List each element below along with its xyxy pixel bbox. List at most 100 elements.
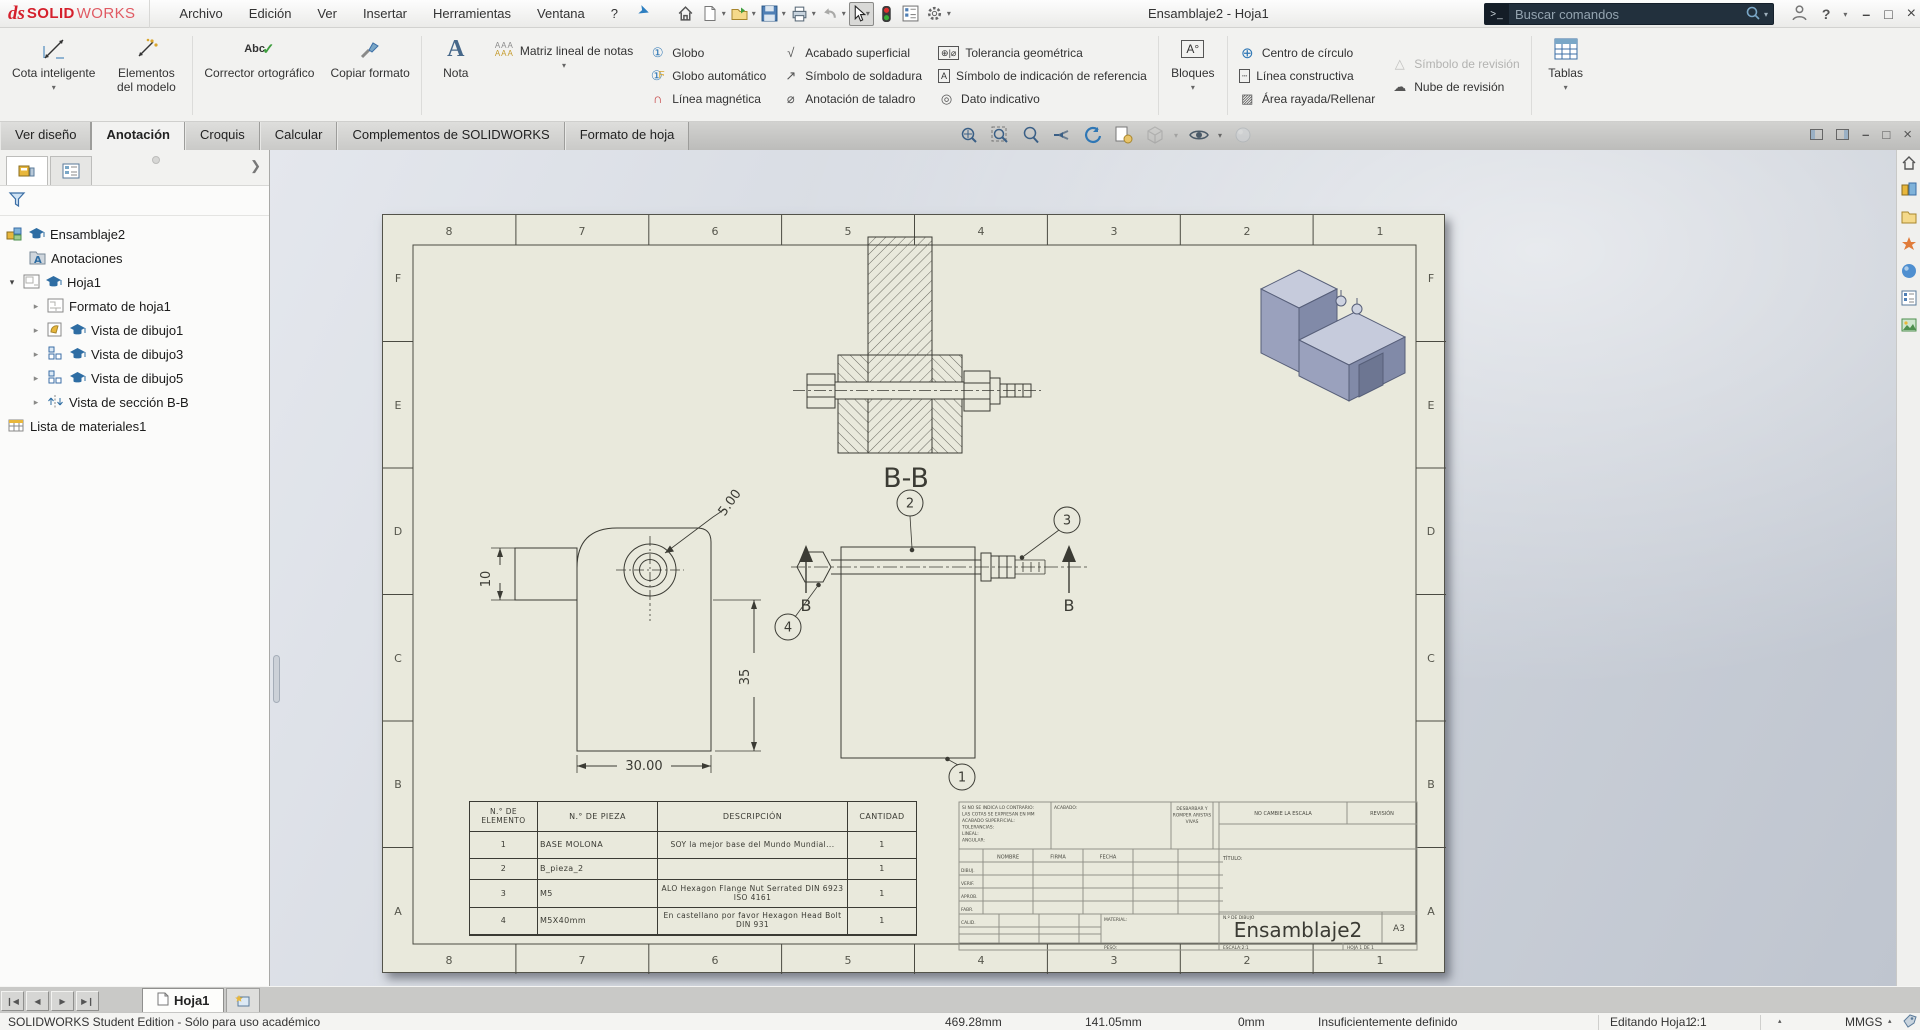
sheet-scale[interactable]: 2:1 [1690,1015,1707,1029]
menu-ver[interactable]: Ver [306,2,348,25]
save-dropdown[interactable]: ▾ [782,9,786,18]
tree-item-view3[interactable]: ▸ Vista de dibujo3 [0,342,269,366]
graphics-area[interactable]: 87654321 87654321 FEDCBA FEDCBA [270,150,1896,986]
minimize-button[interactable]: – [1862,6,1870,22]
title-block[interactable]: SI NO SE INDICA LO CONTRARIO: LAS COTAS … [959,802,1417,951]
panel-flyout-chevron[interactable]: ❯ [250,158,261,174]
tables-dropdown[interactable]: ▾ [1564,83,1568,92]
tables-button[interactable]: Tablas ▾ [1535,30,1597,121]
isometric-view[interactable] [1261,270,1405,401]
front-view[interactable] [515,528,711,751]
file-explorer-icon[interactable] [1900,208,1918,226]
units-dropdown[interactable]: ▴ [1888,1017,1892,1025]
hide-show-dropdown[interactable]: ▾ [1218,131,1222,140]
tree-item-sheet[interactable]: ▾ Hoja1 [0,270,269,294]
bom-table[interactable]: N.° DE ELEMENTO N.° DE PIEZA DESCRIPCIÓN… [469,801,917,936]
menu-insertar[interactable]: Insertar [352,2,418,25]
expand-arrow[interactable]: ▸ [30,301,42,312]
smart-dimension-button[interactable]: Cota inteligente ▾ [4,30,103,121]
save-icon[interactable] [759,3,781,25]
expand-arrow[interactable]: ▸ [30,325,42,336]
auto-balloon-button[interactable]: ①ϜGlobo automático [649,66,766,86]
user-account-icon[interactable] [1791,4,1808,24]
datum-feature-button[interactable]: ASímbolo de indicación de referencia [938,66,1147,86]
expand-arrow[interactable]: ▸ [30,373,42,384]
doc-restore-button[interactable]: □ [1882,127,1890,142]
menu-edicion[interactable]: Edición [238,2,303,25]
select-dropdown[interactable]: ▾ [866,9,870,18]
property-manager-tab[interactable] [50,156,92,185]
format-painter-button[interactable]: Copiar formato [322,30,417,121]
pane-right-icon[interactable] [1836,129,1849,140]
note-button[interactable]: A Nota [425,30,487,121]
balloons[interactable]: 2 3 4 1 [775,490,1080,790]
model-items-button[interactable]: Elementos del modelo [103,30,189,121]
hole-callout-button[interactable]: ⌀Anotación de taladro [782,89,922,109]
first-sheet-button[interactable]: ❙◀ [1,991,24,1011]
zoom-to-area-icon[interactable] [989,124,1011,146]
expand-arrow[interactable]: ▸ [30,397,42,408]
tree-item-bom[interactable]: Lista de materiales1 [0,414,269,438]
close-button[interactable]: × [1907,5,1916,23]
home-icon[interactable] [675,3,697,25]
section-view-b-b[interactable]: B-B [793,237,1041,494]
help-button[interactable]: ? [1822,6,1831,22]
options-dropdown[interactable]: ▾ [947,9,951,18]
tree-item-view1[interactable]: ▸ Vista de dibujo1 [0,318,269,342]
panel-splitter-grip[interactable] [273,655,280,703]
zoom-in-out-icon[interactable] [1020,124,1042,146]
tab-formato-hoja[interactable]: Formato de hoja [565,122,690,150]
area-hatch-button[interactable]: ▨Área rayada/Rellenar [1239,89,1375,109]
top-view[interactable] [791,547,1088,758]
open-dropdown[interactable]: ▾ [752,9,756,18]
filter-funnel-icon[interactable] [8,191,26,211]
doc-minimize-button[interactable]: – [1862,127,1869,142]
magnetic-line-button[interactable]: ∩Línea magnética [649,89,766,109]
spell-checker-button[interactable]: Abc✓ Corrector ortográfico [196,30,322,121]
add-sheet-button[interactable] [226,988,260,1012]
redraw-icon[interactable] [1082,124,1104,146]
balloon-button[interactable]: ①Globo [649,43,766,63]
weld-symbol-button[interactable]: ↗Símbolo de soldadura [782,66,922,86]
pane-left-icon[interactable] [1810,129,1823,140]
revision-cloud-button[interactable]: ☁Nube de revisión [1391,77,1519,97]
rebuild-icon[interactable] [876,3,898,25]
expand-arrow-open[interactable]: ▾ [6,277,18,288]
doc-close-button[interactable]: × [1903,126,1912,143]
sheet-properties-icon[interactable] [1113,124,1135,146]
expand-arrow[interactable]: ▸ [30,349,42,360]
pin-menu-icon[interactable]: ➤ [633,1,652,27]
help-dropdown[interactable]: ▾ [1843,10,1847,19]
feature-manager-tab[interactable] [6,156,48,185]
select-tool[interactable]: ▾ [849,2,874,26]
previous-view-icon[interactable] [1051,124,1073,146]
view-palette-icon[interactable] [1900,235,1918,253]
tree-item-view5[interactable]: ▸ Vista de dibujo5 [0,366,269,390]
options-gear-icon[interactable] [924,3,946,25]
status-tag-icon[interactable] [1903,1014,1917,1030]
blocks-dropdown[interactable]: ▾ [1191,83,1195,92]
resources-home-icon[interactable] [1900,154,1918,172]
centerline-button[interactable]: ┄Línea constructiva [1239,66,1375,86]
zoom-to-fit-icon[interactable] [958,124,980,146]
previous-sheet-button[interactable]: ◀ [26,991,49,1011]
search-dropdown[interactable]: ▾ [1764,10,1768,19]
tree-item-sheet-format[interactable]: ▸ Formato de hoja1 [0,294,269,318]
custom-properties-icon[interactable] [1900,289,1918,307]
appearances-scenes-icon[interactable] [1900,262,1918,280]
undo-dropdown[interactable]: ▾ [842,9,846,18]
document-recovery-icon[interactable] [1900,316,1918,334]
blocks-button[interactable]: A° Bloques ▾ [1162,30,1224,121]
tab-ver-diseno[interactable]: Ver diseño [0,122,91,150]
menu-ayuda[interactable]: ? [600,2,629,25]
tree-item-annotations[interactable]: A Anotaciones [0,246,269,270]
smart-dimension-dropdown[interactable]: ▾ [52,83,56,92]
surface-finish-button[interactable]: √Acabado superficial [782,43,922,63]
restore-button[interactable]: □ [1884,6,1892,22]
new-dropdown[interactable]: ▾ [722,9,726,18]
drawing-sheet[interactable]: 87654321 87654321 FEDCBA FEDCBA [382,214,1445,973]
geometric-tolerance-button[interactable]: ⊕|⌀Tolerancia geométrica [938,43,1147,63]
datum-target-button[interactable]: ◎Dato indicativo [938,89,1147,109]
tab-anotacion[interactable]: Anotación [91,122,185,150]
center-mark-button[interactable]: ⊕Centro de círculo [1239,43,1375,63]
